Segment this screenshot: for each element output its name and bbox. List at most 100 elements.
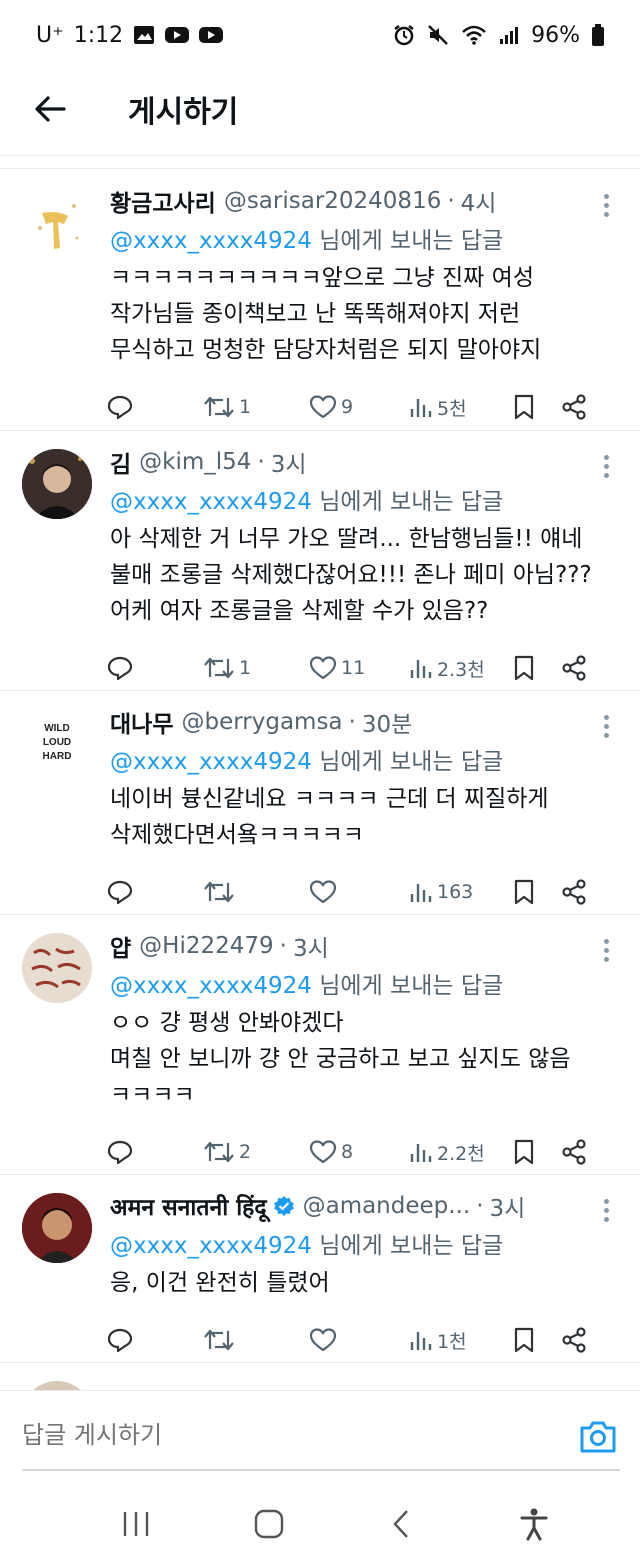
retweet-button[interactable]: 2 [203, 1139, 309, 1165]
more-options-button[interactable] [594, 935, 618, 965]
like-button[interactable]: 9 [309, 394, 409, 420]
camera-button[interactable] [578, 1419, 618, 1455]
author-name[interactable]: 대나무 [110, 705, 173, 739]
author-name[interactable]: अमन सनातनी हिंदू [110, 1190, 267, 1222]
reply-button[interactable] [107, 1139, 203, 1165]
back-nav-icon [393, 1509, 409, 1538]
more-options-button[interactable] [594, 190, 618, 220]
reply-button[interactable] [107, 655, 203, 681]
avatar[interactable] [22, 933, 92, 1003]
share-icon [562, 879, 586, 905]
action-bar: 1 9 5천 [107, 376, 620, 438]
author-name[interactable]: 얍 [110, 929, 131, 963]
bookmark-button[interactable] [513, 1139, 561, 1165]
reply-item-partial[interactable] [0, 1363, 640, 1390]
reply-to-mention[interactable]: @xxxx_xxxx4924 [110, 1233, 312, 1259]
views-button[interactable]: 2.2천 [409, 1139, 513, 1166]
recents-icon [124, 1511, 149, 1536]
avatar[interactable] [22, 1193, 92, 1263]
action-bar: 2 8 2.2천 [107, 1121, 620, 1183]
bookmark-icon [514, 394, 534, 420]
heart-icon [309, 656, 337, 680]
separator-dot: · [279, 933, 287, 959]
verified-icon [273, 1195, 295, 1217]
app-header: 게시하기 [0, 72, 640, 146]
carrier-label: U⁺ [36, 22, 64, 48]
author-name[interactable]: 황금고사리 [110, 184, 216, 218]
post-time: 4시 [460, 191, 497, 217]
share-icon [562, 1327, 586, 1353]
reply-item[interactable]: WILD LOUD HARD 대나무 @berrygamsa · 30분 @xxxx… [0, 691, 640, 915]
reply-feed[interactable]: 황금고사리 @sarisar20240816 · 4시 @xxxx_xxxx49… [0, 170, 640, 1390]
reply-item[interactable]: अमन सनातनी हिंदू @amandeep... · 3시 @xxxx… [0, 1175, 640, 1363]
reply-item[interactable]: 김 @kim_l54 · 3시 @xxxx_xxxx4924 님에게 보내는 답… [0, 431, 640, 691]
separator-dot: · [257, 449, 265, 475]
reply-to-mention[interactable]: @xxxx_xxxx4924 [110, 489, 312, 515]
author-handle[interactable]: @berrygamsa [181, 709, 342, 735]
home-button[interactable] [239, 1494, 299, 1554]
post-time: 3시 [489, 1196, 526, 1222]
views-button[interactable]: 1천 [409, 1327, 513, 1354]
accessibility-button[interactable] [504, 1494, 564, 1554]
retweet-button[interactable] [203, 1327, 309, 1353]
bookmark-button[interactable] [513, 394, 561, 420]
reply-item[interactable]: 얍 @Hi222479 · 3시 @xxxx_xxxx4924 님에게 보내는 … [0, 915, 640, 1175]
like-button[interactable] [309, 879, 409, 905]
views-button[interactable]: 2.3천 [409, 655, 513, 682]
avatar[interactable] [22, 1381, 92, 1390]
reply-text: 응, 이건 완전히 틀렸어 [110, 1270, 330, 1296]
battery-icon [592, 24, 604, 46]
more-options-button[interactable] [594, 711, 618, 741]
reply-to-mention[interactable]: @xxxx_xxxx4924 [110, 749, 312, 775]
author-name[interactable]: 김 [110, 445, 131, 479]
author-handle[interactable]: @amandeep... [303, 1193, 471, 1219]
author-handle[interactable]: @kim_l54 [139, 449, 251, 475]
views-button[interactable]: 5천 [409, 394, 513, 421]
reply-icon [107, 395, 133, 420]
avatar[interactable] [22, 188, 92, 258]
views-icon [410, 399, 432, 417]
retweet-button[interactable]: 1 [203, 655, 309, 681]
more-options-button[interactable] [594, 451, 618, 481]
share-button[interactable] [561, 1139, 601, 1165]
like-count: 11 [341, 657, 366, 679]
share-button[interactable] [561, 394, 601, 420]
reply-button[interactable] [107, 1327, 203, 1353]
status-bar: U⁺ 1:12 96% [0, 0, 640, 70]
reply-to-label: 님에게 보내는 답글 [319, 489, 504, 515]
like-button[interactable]: 11 [309, 655, 409, 681]
share-icon [562, 394, 586, 420]
bookmark-button[interactable] [513, 879, 561, 905]
reply-button[interactable] [107, 879, 203, 905]
view-count: 2.2천 [437, 1142, 485, 1165]
retweet-icon [204, 1141, 234, 1163]
retweet-icon [204, 657, 234, 679]
reply-to-mention[interactable]: @xxxx_xxxx4924 [110, 228, 312, 254]
retweet-button[interactable] [203, 879, 309, 905]
back-nav-button[interactable] [371, 1494, 431, 1554]
reply-to-mention[interactable]: @xxxx_xxxx4924 [110, 973, 312, 999]
reply-to-label: 님에게 보내는 답글 [319, 1233, 504, 1259]
back-button[interactable] [18, 77, 82, 141]
reply-input[interactable] [22, 1421, 502, 1449]
reply-button[interactable] [107, 394, 203, 420]
views-button[interactable]: 163 [409, 880, 513, 904]
wifi-icon [461, 24, 487, 46]
like-button[interactable]: 8 [309, 1139, 409, 1165]
more-options-button[interactable] [594, 1195, 618, 1225]
share-button[interactable] [561, 1327, 601, 1353]
recents-button[interactable] [106, 1494, 166, 1554]
like-button[interactable] [309, 1327, 409, 1353]
reply-item[interactable]: 황금고사리 @sarisar20240816 · 4시 @xxxx_xxxx49… [0, 170, 640, 431]
share-button[interactable] [561, 879, 601, 905]
share-button[interactable] [561, 655, 601, 681]
author-handle[interactable]: @Hi222479 [139, 933, 274, 959]
avatar[interactable]: WILD LOUD HARD [22, 709, 92, 779]
author-row: 대나무 @berrygamsa · 30분 [110, 705, 620, 739]
retweet-button[interactable]: 1 [203, 394, 309, 420]
bookmark-button[interactable] [513, 655, 561, 681]
avatar[interactable] [22, 449, 92, 519]
author-handle[interactable]: @sarisar20240816 [224, 188, 442, 214]
share-icon [562, 655, 586, 681]
bookmark-button[interactable] [513, 1327, 561, 1353]
